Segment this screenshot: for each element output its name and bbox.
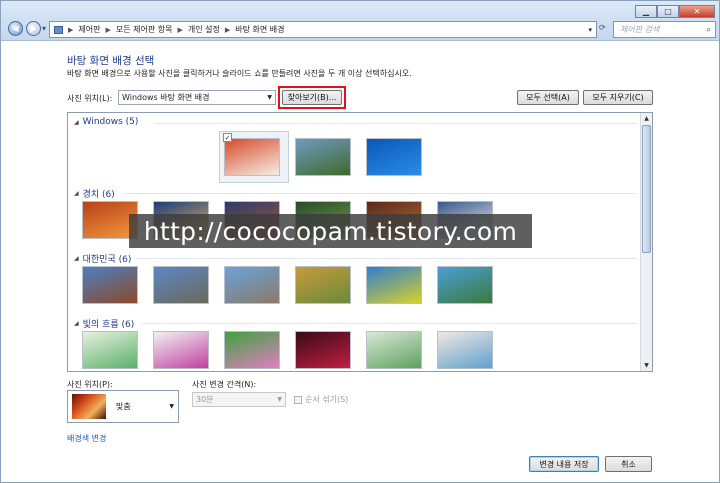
light-thumb-6[interactable] [437,331,493,369]
address-dropdown-icon[interactable]: ▾ [588,26,592,34]
control-panel-window: ▁ □ ✕ ◀ ▶ ▾ ▶ 제어판 ▶ 모든 제어판 항목 ▶ 개인 설정 ▶ … [0,0,720,483]
korea-thumb-5[interactable] [366,266,422,304]
close-button[interactable]: ✕ [679,5,715,18]
breadcrumb-separator-icon: ▶ [105,25,111,34]
interval-select[interactable]: 30분 ▼ [192,392,286,407]
scroll-up-icon[interactable]: ▲ [641,113,652,124]
shuffle-option[interactable]: 순서 섞기(S) [294,394,348,405]
light-thumb-4[interactable] [295,331,351,369]
watermark: http://cococopam.tistory.com [129,214,532,248]
korea-thumb-2[interactable] [153,266,209,304]
folder-icon [54,25,63,34]
page-title: 바탕 화면 배경 선택 [67,55,155,67]
highlight-box [278,86,346,109]
vertical-scrollbar[interactable]: ▲ ▼ [640,113,652,371]
group-label: Windows (5) [82,117,139,127]
breadcrumb-desktop-background[interactable]: 바탕 화면 배경 [235,24,284,35]
position-select[interactable]: 맞춤 ▼ [67,390,179,423]
breadcrumb-control-panel[interactable]: 제어판 [78,24,100,35]
collapse-icon[interactable]: ◢ [74,190,79,197]
light-thumb-2[interactable] [153,331,209,369]
select-all-button[interactable]: 모두 선택(A) [517,90,579,105]
position-label: 사진 위치(P): [67,380,113,389]
scroll-down-icon[interactable]: ▼ [641,360,652,371]
light-thumb-5[interactable] [366,331,422,369]
recent-pages-dropdown-icon[interactable]: ▾ [42,24,46,33]
back-button[interactable]: ◀ [8,21,23,36]
position-preview-image [72,394,106,419]
scroll-thumb[interactable] [642,125,651,253]
group-label: 빛의 흐름 (6) [82,320,135,330]
light-thumb-3[interactable] [224,331,280,369]
search-input[interactable]: 제어판 검색 ⌕ [613,21,716,38]
change-background-color-link[interactable]: 배경색 변경 [67,433,106,444]
address-bar[interactable]: ▶ 제어판 ▶ 모든 제어판 항목 ▶ 개인 설정 ▶ 바탕 화면 배경 ▾ [49,21,597,38]
cancel-button[interactable]: 취소 [605,456,652,472]
korea-thumb-4[interactable] [295,266,351,304]
thumb-checkbox[interactable]: ✓ [223,133,232,142]
collapse-icon[interactable]: ◢ [74,255,79,262]
title-bar: ▁ □ ✕ ◀ ▶ ▾ ▶ 제어판 ▶ 모든 제어판 항목 ▶ 개인 설정 ▶ … [1,1,719,41]
breadcrumb-all-items[interactable]: 모든 제어판 항목 [116,24,173,35]
korea-thumb-1[interactable] [82,266,138,304]
collapse-icon[interactable]: ◢ [74,119,79,126]
chevron-down-icon: ▼ [267,94,272,101]
shuffle-checkbox[interactable] [294,395,302,404]
group-header[interactable]: ◢ 빛의 흐름 (6) [74,317,134,330]
korea-thumb-6[interactable] [437,266,493,304]
save-changes-button[interactable]: 변경 내용 저장 [529,456,599,472]
chevron-down-icon: ▼ [277,396,282,403]
window-controls: ▁ □ ✕ [635,5,715,18]
breadcrumb-separator-icon: ▶ [177,25,183,34]
group-header[interactable]: ◢ 대한민국 (6) [74,252,131,265]
search-icon[interactable]: ⌕ [707,25,711,35]
chevron-down-icon: ▼ [169,403,174,410]
group-divider [124,193,636,194]
group-label: 대한민국 (6) [82,255,132,265]
interval-label: 사진 변경 간격(N): [192,380,257,389]
page-description: 바탕 화면 배경으로 사용할 사진을 클릭하거나 슬라이드 쇼를 만들려면 사진… [67,69,412,78]
light-thumb-1[interactable] [82,331,138,369]
windows-thumb-1[interactable] [224,138,280,176]
breadcrumb-separator-icon: ▶ [224,25,231,34]
location-label: 사진 위치(L): [67,94,113,103]
breadcrumb-separator-icon: ▶ [68,25,74,34]
windows-thumb-2[interactable] [295,138,351,176]
group-header[interactable]: ◢ 경치 (6) [74,187,115,200]
location-select[interactable]: Windows 바탕 화면 배경 ▼ [118,90,276,105]
search-placeholder: 제어판 검색 [620,25,660,34]
group-label: 경치 (6) [82,190,115,200]
group-header[interactable]: ◢ Windows (5) [74,117,138,127]
position-value: 맞춤 [116,402,131,411]
group-divider [154,123,636,124]
clear-all-button[interactable]: 모두 지우기(C) [583,90,653,105]
shuffle-label: 순서 섞기(S) [305,395,349,404]
interval-value: 30분 [196,395,214,404]
group-divider [136,258,636,259]
minimize-button[interactable]: ▁ [635,5,657,18]
forward-button[interactable]: ▶ [26,21,41,36]
group-divider [142,323,636,324]
collapse-icon[interactable]: ◢ [74,320,79,327]
breadcrumb-personalization[interactable]: 개인 설정 [188,24,220,35]
windows-thumb-3[interactable] [366,138,422,176]
refresh-icon[interactable]: ⟳ [599,23,606,32]
location-value: Windows 바탕 화면 배경 [122,93,210,102]
korea-thumb-3[interactable] [224,266,280,304]
maximize-button[interactable]: □ [657,5,679,18]
